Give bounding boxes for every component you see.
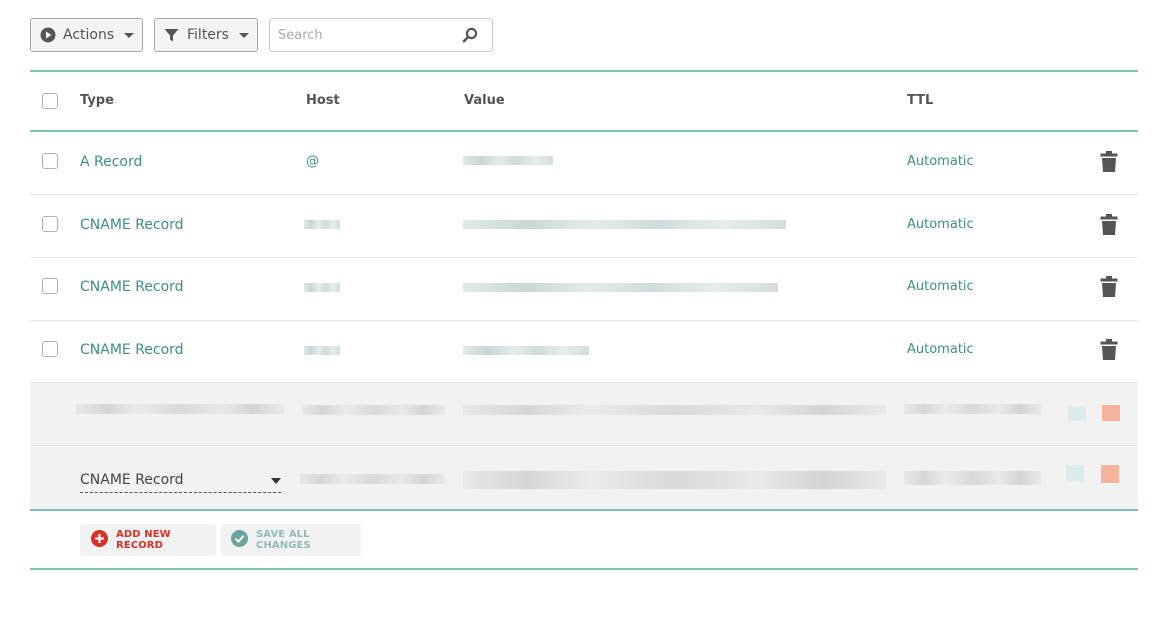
trash-icon[interactable] xyxy=(1100,276,1118,301)
select-all-checkbox[interactable] xyxy=(42,93,58,109)
table-row: CNAME Record Automatic xyxy=(30,320,1138,383)
record-ttl[interactable]: Automatic xyxy=(907,217,974,232)
play-circle-icon xyxy=(40,27,56,43)
filters-button[interactable]: Filters xyxy=(154,18,258,52)
actions-label: Actions xyxy=(63,27,115,43)
host-input-redacted[interactable] xyxy=(300,474,445,484)
table-header: Type Host Value TTL xyxy=(30,71,1138,131)
record-host-redacted xyxy=(304,283,340,292)
record-value-redacted xyxy=(463,283,778,292)
record-ttl[interactable]: Automatic xyxy=(907,154,974,169)
save-all-changes-button[interactable]: SAVE ALL CHANGES xyxy=(221,524,361,556)
record-type[interactable]: CNAME Record xyxy=(80,342,184,358)
column-header-ttl: TTL xyxy=(907,93,934,108)
table-row: CNAME Record Automatic xyxy=(30,258,1138,321)
record-ttl[interactable]: Automatic xyxy=(907,279,974,294)
record-value-redacted xyxy=(463,156,553,165)
row-checkbox[interactable] xyxy=(42,341,58,357)
ttl-select-redacted[interactable] xyxy=(904,404,1041,414)
record-ttl[interactable]: Automatic xyxy=(907,342,974,357)
add-new-record-label: ADD NEW RECORD xyxy=(116,529,171,551)
row-checkbox[interactable] xyxy=(42,216,58,232)
record-host[interactable]: @ xyxy=(306,154,319,169)
record-type[interactable]: A Record xyxy=(80,154,142,170)
toolbar: Actions Filters xyxy=(30,18,493,52)
record-host-redacted xyxy=(304,346,340,355)
check-circle-icon xyxy=(231,530,248,550)
value-input-redacted[interactable] xyxy=(463,471,886,489)
trash-icon[interactable] xyxy=(1100,339,1118,364)
edit-row: CNAME Record xyxy=(30,447,1138,510)
record-type-select-value: CNAME Record xyxy=(80,471,184,488)
table-bottom-divider xyxy=(30,509,1138,511)
trash-icon[interactable] xyxy=(1100,151,1118,176)
table-row: A Record @ Automatic xyxy=(30,132,1138,195)
funnel-icon xyxy=(164,28,179,43)
column-header-host: Host xyxy=(306,93,340,108)
search-icon[interactable] xyxy=(462,27,478,47)
chevron-down-icon xyxy=(124,32,135,38)
edit-row xyxy=(30,383,1138,446)
record-type[interactable]: CNAME Record xyxy=(80,217,184,233)
table-row: CNAME Record Automatic xyxy=(30,195,1138,258)
add-new-record-button[interactable]: ADD NEW RECORD xyxy=(80,524,216,556)
actions-button[interactable]: Actions xyxy=(30,18,143,52)
footer-divider xyxy=(30,568,1138,570)
column-header-value: Value xyxy=(464,93,505,108)
record-value-redacted xyxy=(463,220,786,229)
plus-circle-icon xyxy=(91,530,108,550)
search-box xyxy=(269,18,493,52)
filters-label: Filters xyxy=(187,27,229,43)
value-input-redacted[interactable] xyxy=(463,405,886,415)
cancel-icon[interactable] xyxy=(1102,405,1120,421)
trash-icon[interactable] xyxy=(1100,214,1118,239)
record-type-select-redacted[interactable] xyxy=(76,404,284,414)
row-checkbox[interactable] xyxy=(42,153,58,169)
chevron-down-icon xyxy=(271,478,281,484)
column-header-type: Type xyxy=(80,93,114,108)
chevron-down-icon xyxy=(238,32,249,38)
record-type[interactable]: CNAME Record xyxy=(80,279,184,295)
record-type-select[interactable]: CNAME Record xyxy=(80,467,281,493)
ttl-select-redacted[interactable] xyxy=(904,471,1041,485)
record-value-redacted xyxy=(463,346,589,355)
save-all-changes-label: SAVE ALL CHANGES xyxy=(256,529,311,551)
host-input-redacted[interactable] xyxy=(302,405,445,415)
confirm-icon[interactable] xyxy=(1066,465,1084,481)
record-host-redacted xyxy=(304,220,340,229)
row-checkbox[interactable] xyxy=(42,278,58,294)
confirm-icon[interactable] xyxy=(1068,407,1086,421)
search-input[interactable] xyxy=(278,27,458,43)
cancel-icon[interactable] xyxy=(1101,465,1119,483)
